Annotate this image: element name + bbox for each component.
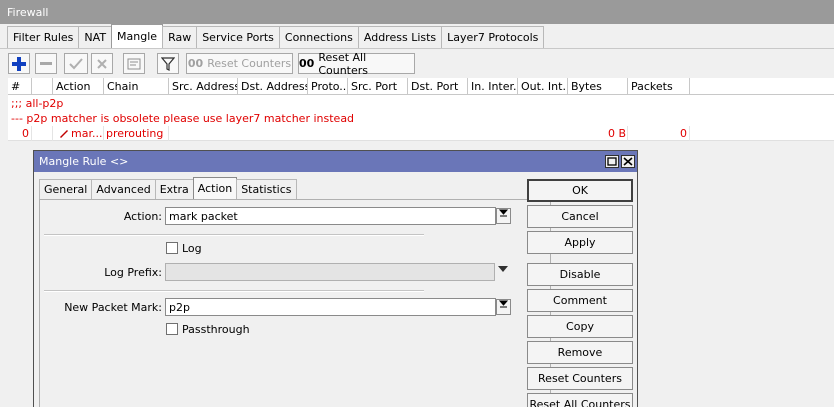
dialog-reset-all-counters-button[interactable]: Reset All Counters (527, 393, 633, 407)
apply-button[interactable]: Apply (527, 231, 633, 254)
tab-nat[interactable]: NAT (78, 26, 113, 48)
filter-icon (161, 56, 175, 71)
column-header-dst-address[interactable]: Dst. Address (238, 78, 308, 95)
tab-service-ports[interactable]: Service Ports (196, 26, 280, 48)
dropdown-icon (498, 209, 509, 217)
firewall-toolbar: 00 Reset Counters 00 Reset All Counters (0, 48, 834, 77)
tab-general[interactable]: General (39, 179, 93, 199)
divider (44, 234, 424, 236)
column-header-packets[interactable]: Packets (628, 78, 690, 95)
passthrough-label: Passthrough (182, 323, 250, 336)
mangle-rule-dialog: Mangle Rule <> General Advanced Extra Ac… (33, 150, 638, 407)
new-packet-mark-input[interactable]: p2p (165, 298, 496, 316)
new-packet-mark-dropdown-button[interactable] (496, 299, 511, 315)
rule-warning: --- p2p matcher is obsolete please use l… (11, 112, 355, 125)
tab-connections[interactable]: Connections (278, 26, 359, 48)
counter-prefix: 00 (187, 57, 204, 70)
reset-all-counters-button[interactable]: 00 Reset All Counters (298, 50, 415, 77)
reset-counters-label: Reset Counters (207, 57, 292, 70)
column-header-number[interactable]: # (8, 78, 32, 95)
action-dropdown-button[interactable] (496, 208, 511, 224)
column-header-action[interactable]: Action (53, 78, 104, 95)
dialog-reset-counters-button[interactable]: Reset Counters (527, 367, 633, 390)
filter-button[interactable] (157, 53, 179, 74)
comment-button[interactable] (123, 53, 145, 74)
column-header-flags[interactable] (32, 78, 53, 95)
tab-address-lists[interactable]: Address Lists (357, 26, 443, 48)
checkmark-icon (69, 57, 83, 69)
new-packet-mark-label: New Packet Mark: (64, 301, 162, 314)
tab-advanced[interactable]: Advanced (91, 179, 156, 199)
reset-all-counters-label: Reset All Counters (318, 50, 369, 77)
plus-icon (12, 56, 26, 71)
mangle-rules-table: # Action Chain Src. Address Dst. Address… (8, 78, 834, 141)
tab-filter-rules[interactable]: Filter Rules (7, 26, 80, 48)
column-header-protocol[interactable]: Proto... (308, 78, 348, 95)
rule-chain: prerouting (106, 127, 164, 140)
tab-mangle[interactable]: Mangle (111, 24, 164, 48)
minus-icon (40, 61, 52, 65)
log-checkbox[interactable] (166, 242, 178, 254)
rule-warning-row[interactable]: --- p2p matcher is obsolete please use l… (8, 111, 834, 126)
rule-comment: ;;; all-p2p (11, 97, 64, 110)
firewall-tabs: Filter Rules NAT Mangle Raw Service Port… (7, 24, 545, 48)
tab-layer7-protocols[interactable]: Layer7 Protocols (441, 26, 545, 48)
divider (44, 290, 424, 292)
column-header-src-port[interactable]: Src. Port (348, 78, 408, 95)
tab-extra[interactable]: Extra (154, 179, 194, 199)
add-button[interactable] (8, 53, 30, 74)
cross-icon (97, 58, 107, 69)
pencil-icon (59, 128, 69, 141)
disable-rule-button[interactable]: Disable (527, 263, 633, 286)
firewall-window-title: Firewall (0, 0, 834, 24)
cell-divider (32, 126, 53, 141)
rule-packets: 0 (680, 127, 687, 140)
column-header-chain[interactable]: Chain (104, 78, 169, 95)
tab-statistics[interactable]: Statistics (236, 179, 297, 199)
remove-button[interactable] (35, 53, 57, 74)
column-header-in-interface[interactable]: In. Inter... (468, 78, 518, 95)
column-header-src-address[interactable]: Src. Address (169, 78, 238, 95)
enable-button[interactable] (64, 53, 88, 74)
dialog-title[interactable]: Mangle Rule <> (34, 151, 637, 172)
close-icon[interactable] (621, 155, 635, 168)
table-row[interactable]: 0 mar... prerouting 0 B 0 (8, 126, 834, 141)
comment-rule-button[interactable]: Comment (527, 289, 633, 312)
disable-button[interactable] (91, 53, 113, 74)
dropdown-icon (498, 300, 509, 308)
column-header-out-interface[interactable]: Out. Int... (518, 78, 568, 95)
ok-button[interactable]: OK (527, 179, 633, 202)
action-select[interactable]: mark packet (165, 207, 496, 225)
copy-button[interactable]: Copy (527, 315, 633, 338)
cancel-button[interactable]: Cancel (527, 205, 633, 228)
column-header-dst-port[interactable]: Dst. Port (408, 78, 468, 95)
note-icon (127, 58, 141, 69)
chevron-down-icon[interactable] (498, 265, 508, 276)
rule-action: mar... (71, 127, 103, 140)
log-prefix-field[interactable] (165, 263, 495, 281)
action-label: Action: (123, 210, 162, 223)
counter-prefix: 00 (299, 57, 315, 70)
rule-comment-row[interactable]: ;;; all-p2p (8, 96, 834, 111)
log-prefix-label: Log Prefix: (104, 266, 162, 279)
table-header: # Action Chain Src. Address Dst. Address… (8, 78, 834, 95)
reset-counters-button[interactable]: 00 Reset Counters (186, 53, 293, 74)
tab-action[interactable]: Action (192, 177, 238, 199)
dialog-tabs: General Advanced Extra Action Statistics (39, 177, 297, 199)
rule-number: 0 (22, 127, 29, 140)
rule-bytes: 0 B (607, 127, 626, 140)
action-panel: Action: mark packet Log Log Prefix: New … (39, 199, 551, 407)
remove-rule-button[interactable]: Remove (527, 341, 633, 364)
passthrough-checkbox[interactable] (166, 323, 178, 335)
column-header-bytes[interactable]: Bytes (568, 78, 628, 95)
maximize-icon[interactable] (605, 155, 619, 168)
tab-raw[interactable]: Raw (162, 26, 198, 48)
log-label: Log (182, 242, 202, 255)
